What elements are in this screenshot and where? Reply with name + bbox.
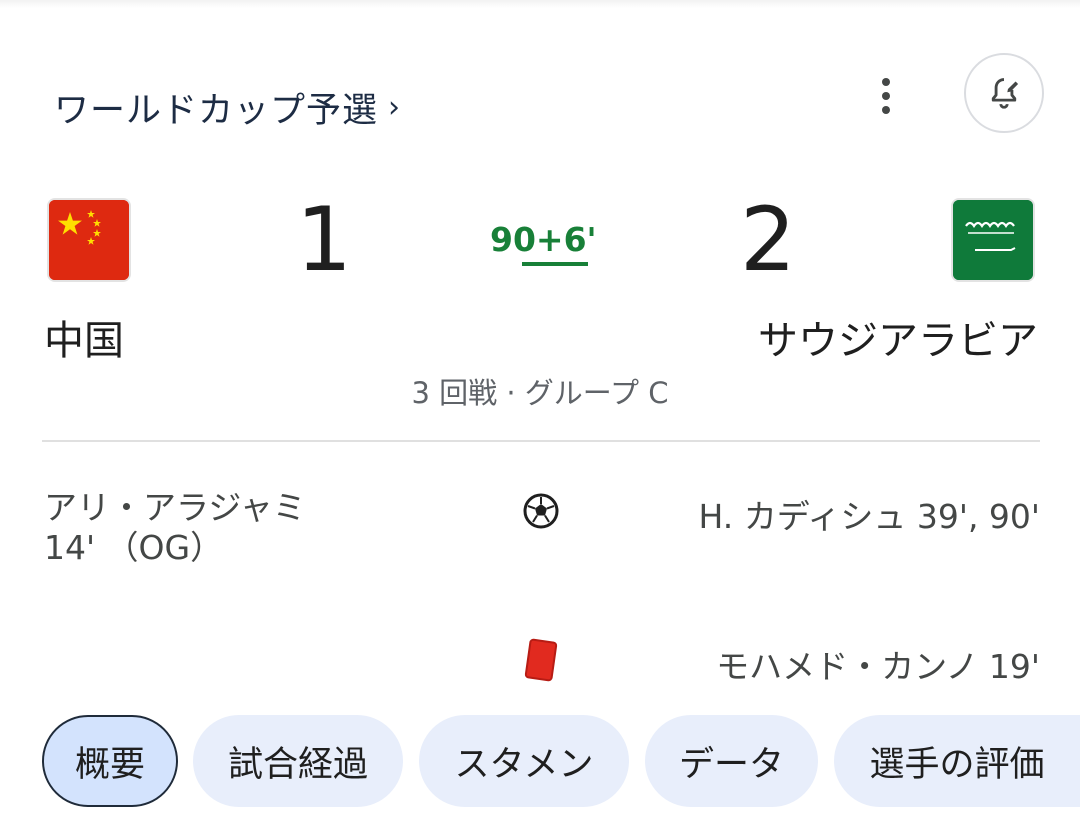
tab-player-ratings[interactable]: 選手の評価: [834, 715, 1080, 807]
live-indicator-line: [522, 262, 588, 266]
top-shadow: [0, 0, 1080, 8]
home-team-name[interactable]: 中国: [44, 308, 124, 366]
match-card: ワールドカップ予選 › 1 90+6' 2 中国 サウジアラビア 3 回戦 · …: [0, 0, 1080, 818]
bell-edit-icon: [991, 78, 1019, 109]
competition-title: ワールドカップ予選: [54, 91, 379, 131]
saudi-arabia-flag-icon: [953, 200, 1033, 280]
tab-lineups[interactable]: スタメン: [419, 715, 629, 807]
tab-stats[interactable]: データ: [645, 715, 818, 807]
tab-overview[interactable]: 概要: [42, 715, 178, 807]
divider: [42, 440, 1040, 442]
chevron-right-icon: ›: [388, 90, 402, 125]
tab-timeline[interactable]: 試合経過: [193, 715, 403, 807]
more-vert-icon[interactable]: [860, 70, 912, 122]
home-goal-scorers: アリ・アラジャミ 14' （OG）: [44, 488, 306, 567]
away-score: 2: [740, 188, 796, 291]
match-clock: 90+6': [490, 220, 597, 259]
away-red-card: モハメド・カンノ 19': [716, 647, 1040, 686]
round-info: 3 回戦 · グループ C: [411, 376, 669, 410]
away-goal-scorers: H. カディシュ 39', 90': [698, 497, 1041, 536]
china-flag-icon: [49, 200, 129, 280]
away-team-name[interactable]: サウジアラビア: [758, 308, 1038, 366]
competition-link[interactable]: ワールドカップ予選 ›: [54, 82, 401, 133]
soccer-ball-icon: [523, 493, 559, 529]
home-score: 1: [296, 188, 352, 291]
notification-button[interactable]: [964, 53, 1044, 133]
red-card-icon: [524, 638, 558, 682]
